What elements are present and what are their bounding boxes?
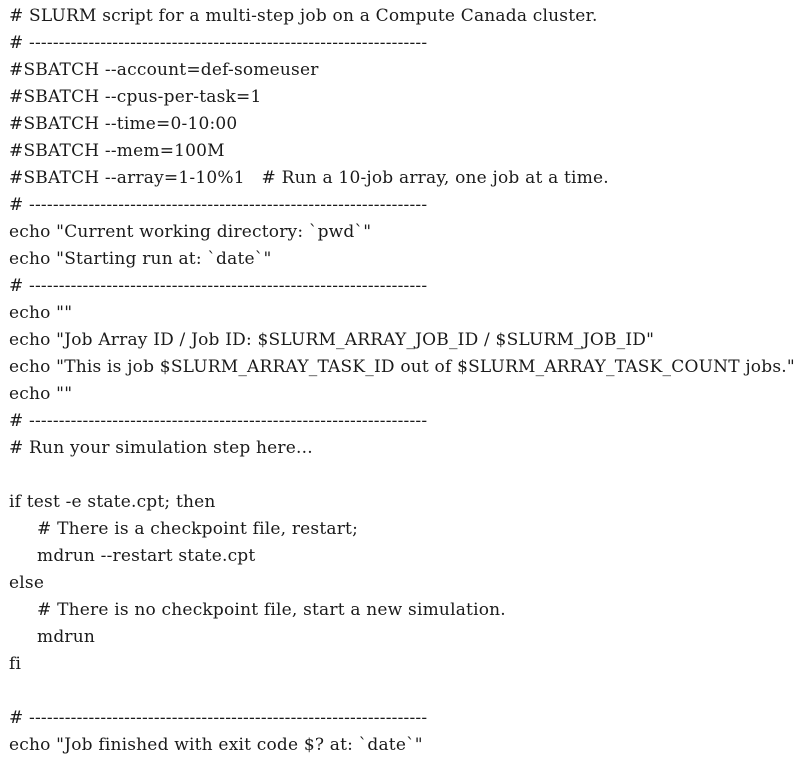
code-line: #SBATCH --cpus-per-task=1 <box>9 87 262 107</box>
code-line: # --------------------------------------… <box>9 33 428 53</box>
code-line: # --------------------------------------… <box>9 276 428 296</box>
code-line: fi <box>9 654 22 674</box>
code-line: #SBATCH --time=0-10:00 <box>9 114 238 134</box>
code-line: echo "This is job $SLURM_ARRAY_TASK_ID o… <box>9 357 795 377</box>
code-block: # SLURM script for a multi-step job on a… <box>0 0 811 757</box>
code-line: # Run your simulation step here... <box>9 438 313 458</box>
code-line: # There is a checkpoint file, restart; <box>9 519 358 539</box>
code-line: echo "Job Array ID / Job ID: $SLURM_ARRA… <box>9 330 655 350</box>
code-line: echo "Job finished with exit code $? at:… <box>9 735 423 755</box>
code-line: if test -e state.cpt; then <box>9 492 216 512</box>
code-line: mdrun --restart state.cpt <box>9 546 256 566</box>
code-line: echo "" <box>9 384 73 404</box>
code-line: echo "Current working directory: `pwd`" <box>9 222 372 242</box>
code-line: echo "Starting run at: `date`" <box>9 249 272 269</box>
code-line: # There is no checkpoint file, start a n… <box>9 600 506 620</box>
code-line: #SBATCH --array=1-10%1 # Run a 10-job ar… <box>9 168 609 188</box>
code-line: echo "" <box>9 303 73 323</box>
code-line: mdrun <box>9 627 96 647</box>
code-line: # --------------------------------------… <box>9 708 428 728</box>
code-line: #SBATCH --account=def-someuser <box>9 60 319 80</box>
code-line: # --------------------------------------… <box>9 411 428 431</box>
code-line: # --------------------------------------… <box>9 195 428 215</box>
code-line: else <box>9 573 45 593</box>
code-line: #SBATCH --mem=100M <box>9 141 225 161</box>
code-line: # SLURM script for a multi-step job on a… <box>9 6 598 26</box>
